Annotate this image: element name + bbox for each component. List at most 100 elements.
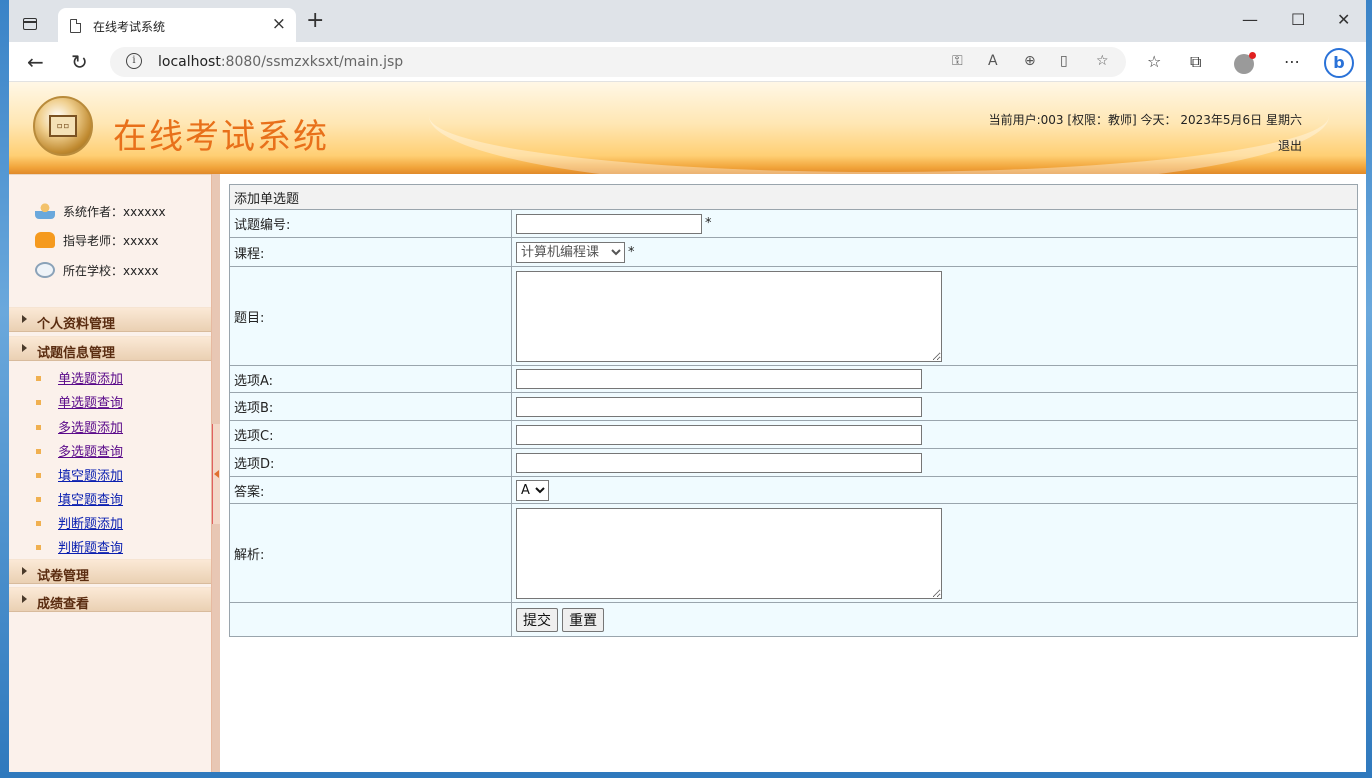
tab-title: 在线考试系统 <box>93 20 166 34</box>
back-icon[interactable]: ← <box>27 50 44 74</box>
menu-paper-management[interactable]: 试卷管理 <box>9 559 211 584</box>
sidebar: 系统作者：xxxxxx 指导老师：xxxxx 所在学校：xxxxx 个人资料管理… <box>9 174 211 772</box>
phone-icon <box>35 232 55 248</box>
bullet-icon <box>36 425 41 430</box>
favorites-icon[interactable]: ☆ <box>1147 52 1161 71</box>
question-textarea[interactable] <box>516 270 942 362</box>
link-judge-add[interactable]: 判断题添加 <box>58 517 123 532</box>
new-tab-icon[interactable]: + <box>306 10 324 32</box>
link-multi-query[interactable]: 多选题查询 <box>58 445 123 460</box>
buttons-cell: 提交 重置 <box>511 602 1358 637</box>
option-a-input[interactable] <box>516 369 922 389</box>
address-bar: ← ↻ i localhost:8080/ssmzxksxt/main.jsp … <box>9 42 1366 82</box>
submenu-item: 填空题添加 <box>36 465 123 484</box>
page-icon <box>70 19 81 33</box>
teacher-info: 指导老师：xxxxx <box>35 232 159 249</box>
read-aloud-icon[interactable]: A <box>988 53 998 69</box>
collapse-handle[interactable] <box>212 424 220 524</box>
browser-tab[interactable]: 在线考试系统 × <box>58 8 296 42</box>
key-icon[interactable]: ⚿ <box>952 53 963 69</box>
link-fill-add[interactable]: 填空题添加 <box>58 469 123 484</box>
school-label: 所在学校：xxxxx <box>63 264 159 278</box>
menu-score-view[interactable]: 成绩查看 <box>9 587 211 612</box>
option-a-label: 选项A: <box>229 365 512 393</box>
option-d-input[interactable] <box>516 452 922 473</box>
required-mark: * <box>705 216 712 231</box>
url-field[interactable]: i localhost:8080/ssmzxksxt/main.jsp ⚿ A … <box>110 47 1126 77</box>
reader-view-icon[interactable]: ▯ <box>1060 53 1068 69</box>
add-favorite-icon[interactable]: ☆ <box>1096 53 1109 69</box>
tab-actions-icon[interactable] <box>23 18 37 30</box>
bullet-icon <box>36 376 41 381</box>
buttons-spacer <box>229 602 512 637</box>
link-single-add[interactable]: 单选题添加 <box>58 372 123 387</box>
course-cell: 计算机编程课 * <box>511 237 1358 267</box>
submenu-item: 判断题查询 <box>36 537 123 556</box>
analysis-textarea[interactable] <box>516 507 942 599</box>
profile-avatar[interactable] <box>1234 52 1256 74</box>
question-cell <box>511 266 1358 366</box>
expand-arrow-icon <box>22 315 27 323</box>
url-path: :8080/ssmzxksxt/main.jsp <box>220 54 404 70</box>
option-a-cell <box>511 365 1358 393</box>
answer-cell: A <box>511 476 1358 504</box>
more-icon[interactable]: ⋯ <box>1284 52 1300 71</box>
site-info-icon[interactable]: i <box>126 53 142 69</box>
desktop-right-edge <box>1366 0 1372 778</box>
bullet-icon <box>36 449 41 454</box>
collections-icon[interactable]: ⧉ <box>1190 52 1201 72</box>
expand-arrow-icon <box>22 567 27 575</box>
option-b-label: 选项B: <box>229 392 512 421</box>
submenu-item: 多选题查询 <box>36 441 123 460</box>
site-title: 在线考试系统 <box>113 117 329 157</box>
desktop-left-edge <box>0 0 9 778</box>
course-select[interactable]: 计算机编程课 <box>516 241 625 263</box>
analysis-cell <box>511 503 1358 603</box>
question-id-input[interactable] <box>516 213 702 234</box>
submenu-item: 判断题添加 <box>36 513 123 532</box>
sidebar-splitter[interactable] <box>211 174 220 772</box>
menu-label: 成绩查看 <box>37 597 90 612</box>
logout-link[interactable]: 退出 <box>1278 137 1302 154</box>
option-b-cell <box>511 392 1358 421</box>
close-tab-icon[interactable]: × <box>272 14 286 34</box>
link-judge-query[interactable]: 判断题查询 <box>58 541 123 556</box>
page-header: ▫▫ 在线考试系统 当前用户:003 [权限：教师] 今天： 2023年5月6日… <box>9 82 1366 174</box>
answer-label: 答案: <box>229 476 512 504</box>
logo-icon: ▫▫ <box>33 96 93 156</box>
id-cell: * <box>511 209 1358 238</box>
link-single-query[interactable]: 单选题查询 <box>58 396 123 411</box>
url-host: localhost <box>158 54 221 70</box>
users-icon <box>35 203 55 219</box>
answer-select[interactable]: A <box>516 479 549 501</box>
clock-icon <box>35 262 55 278</box>
link-fill-query[interactable]: 填空题查询 <box>58 493 123 508</box>
menu-label: 试题信息管理 <box>37 346 116 361</box>
desktop-bottom-edge <box>0 772 1372 778</box>
author-info: 系统作者：xxxxxx <box>35 203 166 220</box>
menu-personal[interactable]: 个人资料管理 <box>9 307 211 332</box>
bing-icon[interactable]: b <box>1324 48 1354 78</box>
option-d-label: 选项D: <box>229 448 512 477</box>
option-b-input[interactable] <box>516 396 922 417</box>
menu-question-management[interactable]: 试题信息管理 <box>9 336 211 361</box>
close-window-icon[interactable]: ✕ <box>1337 10 1350 29</box>
menu-label: 试卷管理 <box>37 569 90 584</box>
tab-strip: 在线考试系统 × + — ☐ ✕ <box>9 0 1366 42</box>
submenu-item: 填空题查询 <box>36 489 123 508</box>
url-text[interactable]: localhost:8080/ssmzxksxt/main.jsp <box>158 54 403 70</box>
link-multi-add[interactable]: 多选题添加 <box>58 421 123 436</box>
maximize-icon[interactable]: ☐ <box>1291 10 1305 29</box>
school-info: 所在学校：xxxxx <box>35 262 159 279</box>
refresh-icon[interactable]: ↻ <box>71 50 88 74</box>
form-caption: 添加单选题 <box>229 184 1358 210</box>
submit-button[interactable]: 提交 <box>516 607 558 632</box>
submenu-item: 多选题添加 <box>36 417 123 436</box>
zoom-icon[interactable]: ⊕ <box>1024 53 1036 69</box>
submenu-item: 单选题查询 <box>36 392 123 411</box>
author-label: 系统作者：xxxxxx <box>63 205 166 219</box>
reset-button[interactable]: 重置 <box>562 607 605 632</box>
bullet-icon <box>36 473 41 478</box>
minimize-icon[interactable]: — <box>1242 10 1258 29</box>
option-c-input[interactable] <box>516 424 922 445</box>
